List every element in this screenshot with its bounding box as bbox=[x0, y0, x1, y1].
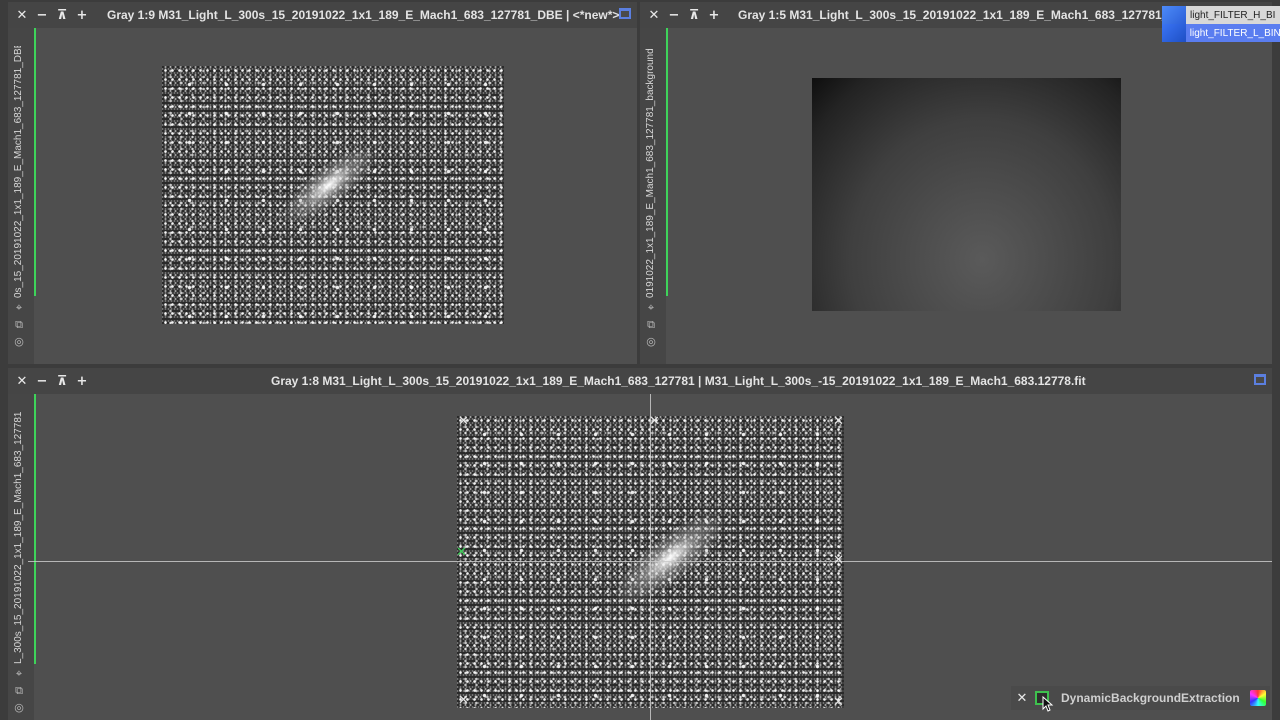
window-sidebar: L_300s_15_20191022_1x1_189_E_Mach1_683_1… bbox=[8, 394, 34, 720]
maximize-icon[interactable]: + bbox=[74, 7, 90, 23]
target-icon[interactable]: ◎ bbox=[13, 336, 25, 348]
minimize-icon[interactable]: − bbox=[666, 7, 682, 23]
image-thumbnails: light_FILTER_H_BI light_FILTER_L_BIN bbox=[1162, 6, 1280, 42]
mask-indicator bbox=[34, 394, 36, 664]
maximize-icon[interactable]: + bbox=[706, 7, 722, 23]
shade-icon[interactable]: ⊼ bbox=[54, 373, 70, 389]
sample-marker[interactable]: ✕ bbox=[457, 415, 470, 428]
pin-icon[interactable]: ⌖ bbox=[13, 302, 25, 314]
window-title: Gray 1:5 M31_Light_L_300s_15_20191022_1x… bbox=[738, 8, 1178, 22]
window-maximize-icon[interactable] bbox=[619, 8, 631, 19]
image-viewport[interactable] bbox=[162, 66, 504, 324]
window-titlebar[interactable]: ✕ − ⊼ + Gray 1:8 M31_Light_L_300s_15_201… bbox=[8, 368, 1272, 394]
close-icon[interactable]: ✕ bbox=[14, 373, 30, 389]
close-icon[interactable]: ✕ bbox=[1011, 691, 1033, 706]
background-model-viewport[interactable] bbox=[812, 78, 1121, 311]
window-title: Gray 1:9 M31_Light_L_300s_15_20191022_1x… bbox=[107, 8, 620, 22]
galaxy bbox=[605, 500, 735, 616]
pin-icon[interactable]: ⌖ bbox=[13, 668, 25, 680]
sample-marker[interactable]: ✕ bbox=[832, 554, 845, 567]
thumbnail-l[interactable]: light_FILTER_L_BIN bbox=[1162, 24, 1280, 42]
shade-icon[interactable]: ⊼ bbox=[54, 7, 70, 23]
sample-marker[interactable]: ✕ bbox=[457, 694, 470, 707]
mask-indicator bbox=[666, 28, 668, 296]
clone-icon[interactable]: ⧉ bbox=[13, 685, 25, 697]
mouse-cursor-icon bbox=[1042, 696, 1054, 712]
galaxy bbox=[273, 136, 385, 234]
minimize-icon[interactable]: − bbox=[34, 373, 50, 389]
xisf-icon bbox=[1162, 6, 1186, 24]
clone-icon[interactable]: ⧉ bbox=[13, 319, 25, 331]
image-window-dbe[interactable]: ✕ − ⊼ + Gray 1:9 M31_Light_L_300s_15_201… bbox=[8, 2, 637, 364]
sidebar-icons: ⌖ ⧉ ◎ bbox=[13, 302, 25, 348]
color-process-icon[interactable] bbox=[1250, 690, 1266, 706]
maximize-icon[interactable]: + bbox=[74, 373, 90, 389]
clone-icon[interactable]: ⧉ bbox=[645, 319, 657, 331]
image-window-background[interactable]: ✕ − ⊼ + Gray 1:5 M31_Light_L_300s_15_201… bbox=[640, 2, 1272, 364]
window-titlebar[interactable]: ✕ − ⊼ + Gray 1:9 M31_Light_L_300s_15_201… bbox=[8, 2, 637, 28]
shade-icon[interactable]: ⊼ bbox=[686, 7, 702, 23]
sample-marker[interactable]: ✕ bbox=[832, 696, 845, 709]
close-icon[interactable]: ✕ bbox=[14, 7, 30, 23]
pin-icon[interactable]: ⌖ bbox=[645, 302, 657, 314]
symmetry-vertical-line[interactable] bbox=[650, 394, 651, 720]
window-title: Gray 1:8 M31_Light_L_300s_15_20191022_1x… bbox=[271, 374, 1086, 388]
sidebar-icons: ⌖ ⧉ ◎ bbox=[645, 302, 657, 348]
thumbnail-h[interactable]: light_FILTER_H_BI bbox=[1162, 6, 1280, 24]
close-icon[interactable]: ✕ bbox=[646, 7, 662, 23]
window-maximize-icon[interactable] bbox=[1254, 374, 1266, 385]
vertical-identifier: 0s_15_20191022_1x1_189_E_Mach1_683_12778… bbox=[13, 46, 24, 298]
mask-indicator bbox=[34, 28, 36, 296]
target-icon[interactable]: ◎ bbox=[13, 702, 25, 714]
target-icon[interactable]: ◎ bbox=[645, 336, 657, 348]
sidebar-icons: ⌖ ⧉ ◎ bbox=[13, 668, 25, 714]
xisf-icon bbox=[1162, 24, 1186, 42]
image-window-source[interactable]: ✕ − ⊼ + Gray 1:8 M31_Light_L_300s_15_201… bbox=[8, 368, 1272, 720]
selected-sample-marker[interactable]: ✕ bbox=[455, 546, 468, 559]
window-sidebar: 0s_15_20191022_1x1_189_E_Mach1_683_12778… bbox=[8, 28, 34, 364]
sample-marker[interactable]: ✕ bbox=[648, 415, 661, 428]
vertical-identifier: L_300s_15_20191022_1x1_189_E_Mach1_683_1… bbox=[13, 412, 24, 664]
sample-marker[interactable]: ✕ bbox=[832, 415, 845, 428]
minimize-icon[interactable]: − bbox=[34, 7, 50, 23]
process-name: DynamicBackgroundExtraction bbox=[1061, 691, 1240, 705]
vertical-identifier: 0191022_1x1_189_E_Mach1_683_127781_backg… bbox=[645, 48, 656, 298]
window-sidebar: 0191022_1x1_189_E_Mach1_683_127781_backg… bbox=[640, 28, 666, 364]
